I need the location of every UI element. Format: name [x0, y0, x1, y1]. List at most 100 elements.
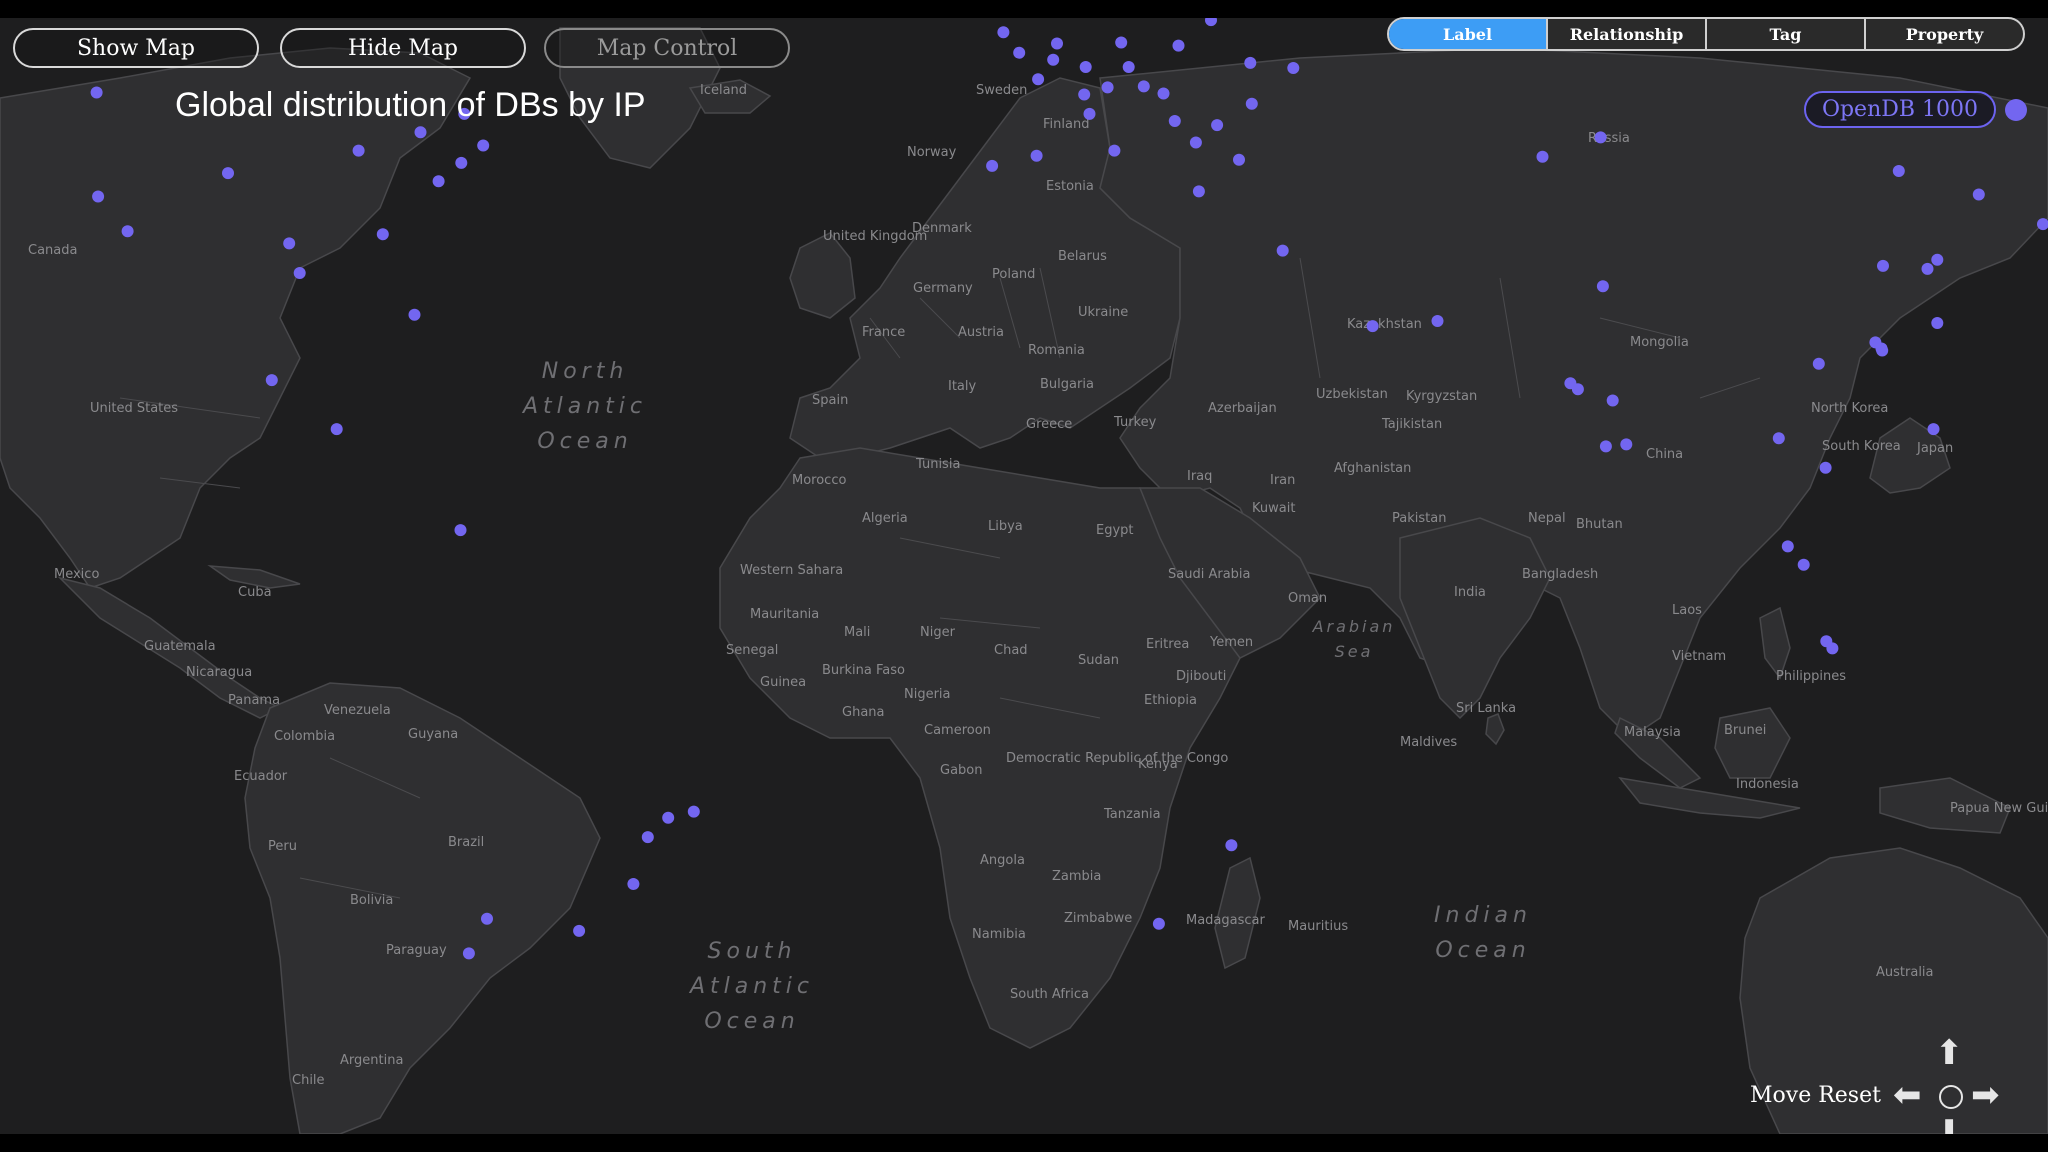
db-location-point[interactable]: [662, 811, 675, 824]
db-location-point[interactable]: [1927, 423, 1940, 436]
legend-opendb-badge[interactable]: OpenDB 1000: [1804, 91, 1996, 128]
db-location-point[interactable]: [1826, 642, 1839, 655]
db-location-point[interactable]: [1921, 262, 1934, 275]
db-location-point[interactable]: [1812, 357, 1825, 370]
db-location-point[interactable]: [1276, 244, 1289, 257]
db-location-point[interactable]: [1287, 62, 1300, 74]
place-label: Cuba: [238, 585, 272, 600]
hide-map-button[interactable]: Hide Map: [280, 28, 526, 68]
db-location-point[interactable]: [1225, 839, 1238, 852]
db-location-point[interactable]: [1013, 46, 1026, 59]
db-location-point[interactable]: [330, 423, 343, 436]
db-location-point[interactable]: [1172, 39, 1185, 52]
db-location-point[interactable]: [1892, 165, 1905, 177]
db-location-point[interactable]: [1115, 36, 1128, 49]
db-location-point[interactable]: [1244, 56, 1257, 69]
tab-tag[interactable]: Tag: [1705, 19, 1864, 49]
tab-property[interactable]: Property: [1864, 19, 2023, 49]
db-location-point[interactable]: [1192, 185, 1205, 198]
db-location-point[interactable]: [283, 237, 296, 250]
db-location-point[interactable]: [573, 924, 586, 937]
place-label: Kyrgyzstan: [1406, 389, 1477, 404]
db-location-point[interactable]: [1620, 438, 1633, 451]
db-location-point[interactable]: [641, 831, 654, 844]
db-location-point[interactable]: [90, 86, 103, 99]
db-location-point[interactable]: [1189, 136, 1202, 149]
db-location-point[interactable]: [408, 308, 421, 321]
db-location-point[interactable]: [1594, 131, 1607, 144]
db-location-point[interactable]: [352, 144, 365, 157]
arrow-down-icon[interactable]: ⬇: [1935, 1116, 1964, 1134]
db-location-point[interactable]: [1536, 150, 1549, 163]
db-location-point[interactable]: [432, 175, 445, 188]
db-location-point[interactable]: [1047, 53, 1060, 66]
db-location-point[interactable]: [1079, 61, 1092, 73]
db-location-point[interactable]: [1101, 81, 1114, 94]
db-location-point[interactable]: [414, 126, 427, 139]
db-location-point[interactable]: [1137, 80, 1150, 93]
db-location-point[interactable]: [997, 26, 1010, 39]
view-tabs: Label Relationship Tag Property: [1387, 17, 2025, 51]
db-location-point[interactable]: [1032, 73, 1045, 86]
db-location-point[interactable]: [1606, 394, 1619, 407]
place-label: Mauritania: [750, 607, 819, 622]
show-map-button[interactable]: Show Map: [13, 28, 259, 68]
db-location-point[interactable]: [687, 805, 700, 818]
db-location-point[interactable]: [1083, 107, 1096, 120]
place-label: Venezuela: [324, 703, 391, 718]
world-map[interactable]: North Atlantic Ocean South Atlantic Ocea…: [0, 18, 2048, 1134]
db-location-point[interactable]: [1152, 917, 1165, 930]
db-location-point[interactable]: [1168, 115, 1181, 127]
db-location-point[interactable]: [1051, 37, 1063, 50]
db-location-point[interactable]: [1108, 144, 1121, 157]
db-location-point[interactable]: [293, 267, 306, 279]
db-location-point[interactable]: [1772, 432, 1785, 445]
place-label: South Korea: [1822, 439, 1901, 454]
db-location-point[interactable]: [1931, 317, 1944, 329]
db-location-point[interactable]: [1122, 61, 1135, 73]
db-location-point[interactable]: [1245, 97, 1258, 110]
circle-icon[interactable]: [1939, 1085, 1963, 1109]
db-location-point[interactable]: [1211, 119, 1224, 132]
db-location-point[interactable]: [986, 159, 999, 172]
db-location-point[interactable]: [1571, 383, 1584, 396]
db-location-point[interactable]: [1431, 315, 1444, 327]
db-location-point[interactable]: [1030, 149, 1043, 162]
db-location-point[interactable]: [1781, 540, 1794, 553]
db-location-point[interactable]: [1797, 558, 1810, 571]
db-location-point[interactable]: [265, 374, 278, 387]
db-location-point[interactable]: [1972, 188, 1985, 201]
db-location-point[interactable]: [1157, 87, 1170, 100]
place-label: Philippines: [1776, 669, 1846, 684]
place-label: Guatemala: [144, 639, 216, 654]
db-location-point[interactable]: [477, 139, 490, 152]
db-location-point[interactable]: [481, 912, 493, 925]
db-location-point[interactable]: [1366, 320, 1379, 333]
db-location-point[interactable]: [462, 947, 475, 960]
tab-relationship[interactable]: Relationship: [1546, 19, 1705, 49]
db-location-point[interactable]: [1596, 280, 1609, 293]
place-label: Colombia: [274, 729, 335, 744]
arrow-right-icon[interactable]: ➡: [1971, 1078, 2000, 1112]
db-location-point[interactable]: [455, 156, 468, 169]
db-location-point[interactable]: [376, 228, 389, 241]
db-location-point[interactable]: [1819, 461, 1832, 474]
db-location-point[interactable]: [1931, 253, 1944, 266]
map-control-button[interactable]: Map Control: [544, 28, 790, 68]
arrow-up-icon[interactable]: ⬆: [1935, 1036, 1964, 1070]
db-location-point[interactable]: [1599, 440, 1612, 453]
db-location-point[interactable]: [454, 524, 467, 537]
place-label: North Korea: [1811, 401, 1888, 416]
tab-label[interactable]: Label: [1389, 19, 1546, 49]
db-location-point[interactable]: [1877, 259, 1889, 272]
db-location-point[interactable]: [1078, 88, 1091, 101]
db-location-point[interactable]: [1869, 336, 1882, 349]
move-reset-label[interactable]: Move Reset: [1750, 1083, 1881, 1108]
db-location-point[interactable]: [92, 190, 105, 203]
db-location-point[interactable]: [222, 167, 234, 180]
db-location-point[interactable]: [627, 878, 640, 890]
arrow-left-icon[interactable]: ⬅: [1893, 1078, 1922, 1112]
map-viewport[interactable]: North Atlantic Ocean South Atlantic Ocea…: [0, 0, 2048, 1152]
db-location-point[interactable]: [1233, 153, 1245, 166]
db-location-point[interactable]: [121, 225, 134, 238]
